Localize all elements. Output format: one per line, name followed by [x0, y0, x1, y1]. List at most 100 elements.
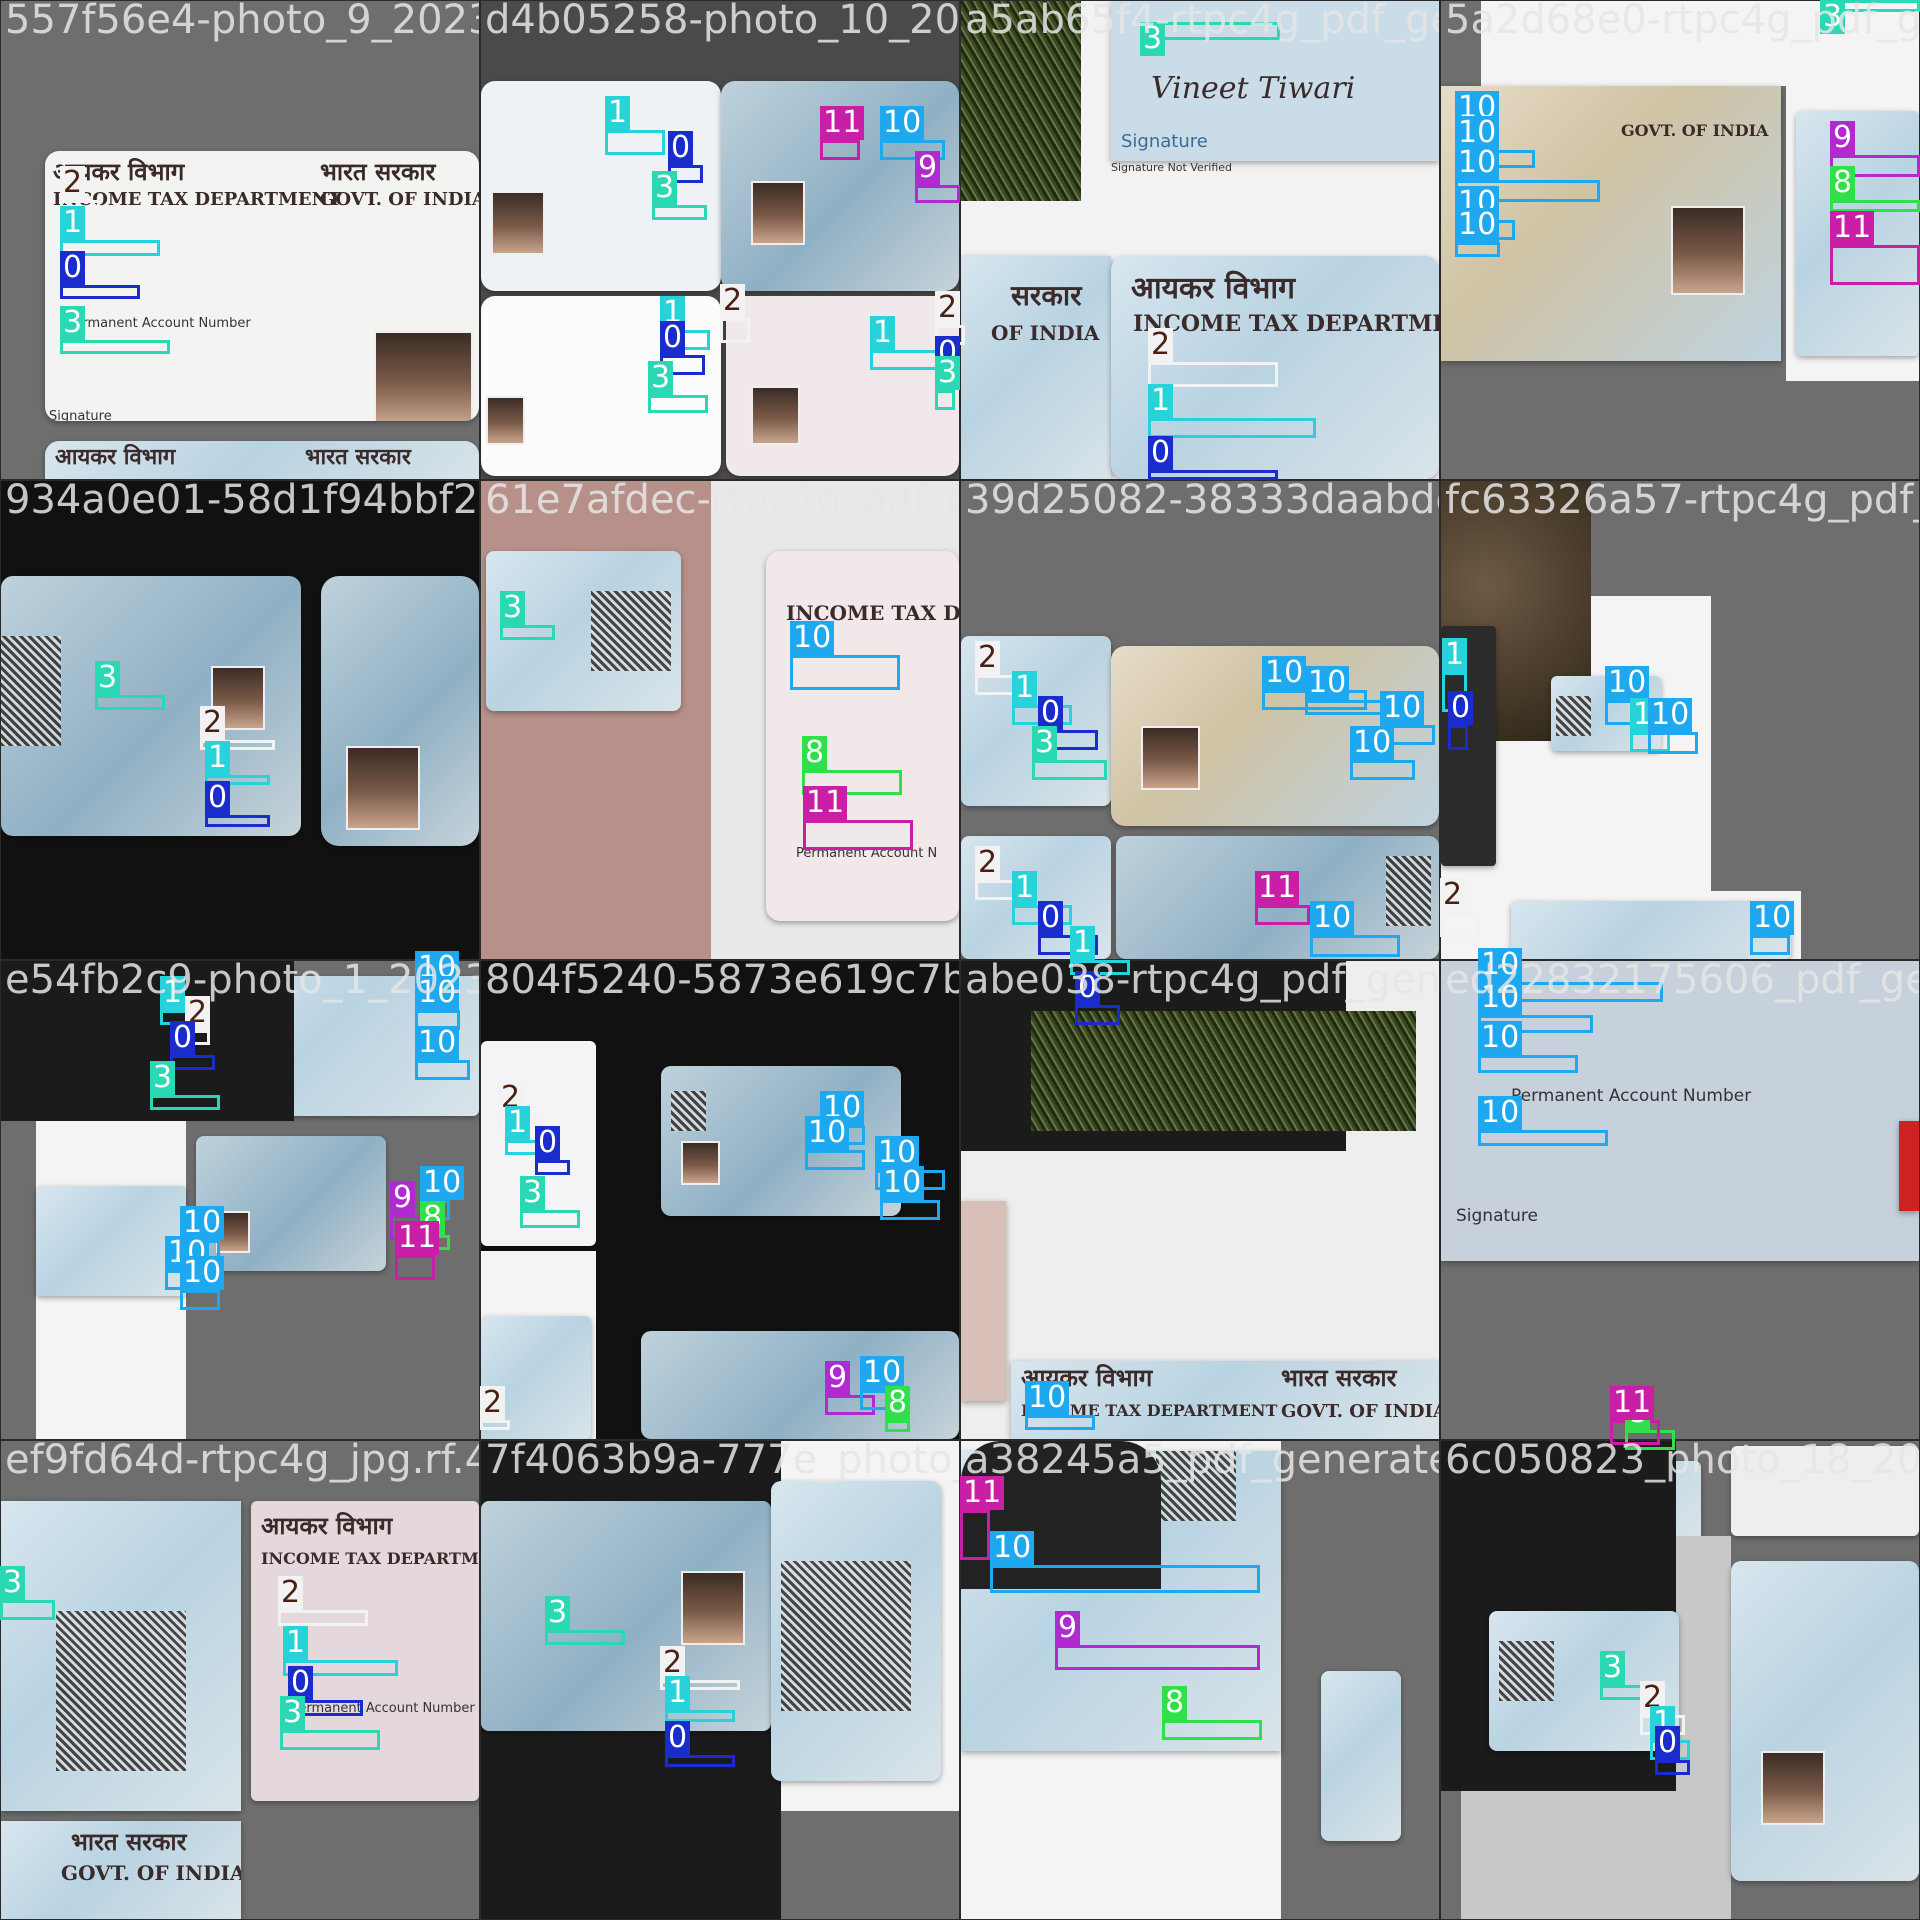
card-photo — [751, 181, 805, 245]
pan-card — [771, 1481, 941, 1781]
card-qr — [1, 636, 61, 746]
pan-card: आयकर विभाग भारत सरकार INCOME TAX DEPARTM… — [45, 151, 479, 421]
card-govt: भारत सरकार — [1281, 1363, 1397, 1392]
tile-title: a5ab65f4-rtpc4g_pdf_generated — [965, 1, 1439, 43]
card-goi: GOVT. OF INDIA — [1281, 1401, 1439, 1422]
pan-card-large: INCOME TAX DEPAR Permanent Account N — [766, 551, 959, 921]
card-dept: आयकर विभाग — [55, 444, 176, 470]
card-qr — [1499, 1641, 1554, 1701]
tile-title: abe038-rtpc4g_pdf_generated — [965, 961, 1439, 1003]
pan-card-edge — [961, 1201, 1006, 1401]
grass-background — [1031, 1011, 1416, 1131]
card-dept: आयकर विभाग — [261, 1511, 393, 1540]
tile-13: 7f4063b9a-777e_photo_1 — [481, 1441, 959, 1919]
card-goi: GOVT. OF INDIA — [1621, 121, 1769, 140]
card-itd: INCOME TAX DEPARTMENT — [261, 1549, 479, 1568]
tile-title: 7f4063b9a-777e_photo_1 — [485, 1441, 959, 1483]
card-govt: भारत सरकार — [320, 157, 436, 186]
tile-title: 557f56e4-photo_9_2023-07- — [5, 1, 479, 43]
tile-14: a38245a5_pdf_generated — [961, 1441, 1439, 1919]
pan-card — [36, 1186, 186, 1296]
card-itd: INCOME TAX DEPARTMENT — [1133, 311, 1439, 337]
card-pan-label: Permanent Account Number — [67, 316, 251, 331]
card-photo — [1671, 206, 1745, 295]
tile-11: Permanent Account Number Signature ed228… — [1441, 961, 1919, 1439]
card-dept: आयकर विभाग — [53, 157, 185, 186]
card-pan-label: Permanent Account N — [796, 846, 938, 861]
tile-title: 61e7afdec-rtpc4g_pdf_generated — [485, 481, 959, 523]
tile-8: e54fb2c9-photo_1_2023-07- — [1, 961, 479, 1439]
card-signature: Signature — [1456, 1206, 1539, 1226]
signature-label: Signature — [1121, 131, 1208, 152]
card-photo — [211, 666, 265, 730]
tile-4: 934a0e01-58d1f94bbf22dd0 — [1, 481, 479, 959]
card-pan-label: Permanent Account Number — [291, 1701, 475, 1716]
tile-title: e54fb2c9-photo_1_2023-07- — [5, 961, 479, 1003]
pan-card — [1511, 901, 1791, 959]
tile-title: 6c050823_photo_18_2023-07 — [1445, 1441, 1919, 1483]
pan-card — [481, 1041, 596, 1246]
pan-card: भारत सरकार GOVT. OF INDIA — [1, 1821, 241, 1919]
pan-card: आयकर विभाग INCOME TAX DEPARTMENT Permane… — [251, 1501, 479, 1801]
pan-card-left: सरकार OF INDIA — [961, 256, 1111, 479]
card-photo — [486, 396, 525, 445]
tile-0: आयकर विभाग भारत सरकार INCOME TAX DEPARTM… — [1, 1, 479, 479]
pan-card — [1116, 836, 1439, 959]
card-qr — [591, 591, 671, 671]
tile-15: 6c050823_photo_18_2023-07 — [1441, 1441, 1919, 1919]
card-photo — [216, 1211, 250, 1253]
card-photo — [1141, 726, 1200, 790]
tile-2: Vineet Tiwari Signature Signature Not Ve… — [961, 1, 1439, 479]
card-photo — [491, 191, 545, 255]
tile-9: 804f5240-5873e619c7b229 — [481, 961, 959, 1439]
pan-card — [1321, 1671, 1401, 1841]
pan-card — [1441, 626, 1496, 866]
tile-title: 5a2d68e0-rtpc4g_pdf_generate — [1445, 1, 1919, 43]
tile-title: 39d25082-38333daabdc48e — [965, 481, 1439, 523]
card-signature: Signature — [49, 409, 112, 421]
pan-card — [1, 576, 301, 836]
tile-title: ed22832175606_pdf_generat — [1445, 961, 1919, 1003]
pan-card — [721, 81, 959, 291]
card-goi: GOVT. OF INDIA — [320, 189, 479, 210]
pan-card — [1551, 676, 1661, 751]
pan-card — [481, 1316, 591, 1439]
card-itd: INCOME TAX DEPARTMENT — [1021, 1401, 1278, 1420]
card-govt: भारत सरकार — [305, 444, 411, 470]
pan-card: GOVT. OF INDIA — [1441, 86, 1781, 361]
pan-card — [1731, 1561, 1919, 1881]
card-itd: INCOME TAX DEPAR — [786, 601, 959, 625]
card-photo — [1761, 1751, 1825, 1825]
pan-card — [1489, 1611, 1679, 1751]
pan-card — [321, 576, 479, 846]
pan-card — [961, 636, 1111, 806]
card-qr — [1556, 696, 1591, 736]
verify-status: Signature Not Verified — [1111, 161, 1233, 174]
pan-card — [1111, 646, 1439, 826]
tile-title: ef9fd64d-rtpc4g_jpg.rf.4b26f — [5, 1441, 479, 1483]
card-govt: भारत सरकार — [71, 1827, 187, 1856]
tile-7: fc63326a57-rtpc4g_pdf_generate — [1441, 481, 1919, 959]
red-object — [1899, 1121, 1919, 1211]
pan-card — [661, 1066, 901, 1216]
card-itd: INCOME TAX DEPARTMENT — [53, 189, 342, 210]
pan-card — [481, 296, 721, 476]
tile-5: INCOME TAX DEPAR Permanent Account N 61e… — [481, 481, 959, 959]
tile-1: d4b05258-photo_10_2023-07 — [481, 1, 959, 479]
tile-6: 39d25082-38333daabdc48e — [961, 481, 1439, 959]
card-goi: GOVT. OF INDIA — [61, 1861, 241, 1885]
tile-10: आयकर विभाग भारत सरकार INCOME TAX DEPARTM… — [961, 961, 1439, 1439]
tile-title: a38245a5_pdf_generated — [965, 1441, 1439, 1483]
pan-card — [961, 836, 1111, 959]
card-photo — [751, 386, 800, 445]
card-qr — [671, 1091, 706, 1131]
card-dept: आयकर विभाग — [1021, 1363, 1153, 1392]
card-dept: आयकर विभाग — [1131, 271, 1296, 306]
card-goi: OF INDIA — [991, 321, 1100, 345]
tile-title: d4b05258-photo_10_2023-07 — [485, 1, 959, 43]
card-qr — [56, 1611, 186, 1771]
card-qr — [781, 1561, 911, 1711]
pan-card: Permanent Account Number Signature — [1441, 961, 1919, 1261]
pan-card — [481, 1501, 771, 1731]
pan-card-small — [486, 551, 681, 711]
